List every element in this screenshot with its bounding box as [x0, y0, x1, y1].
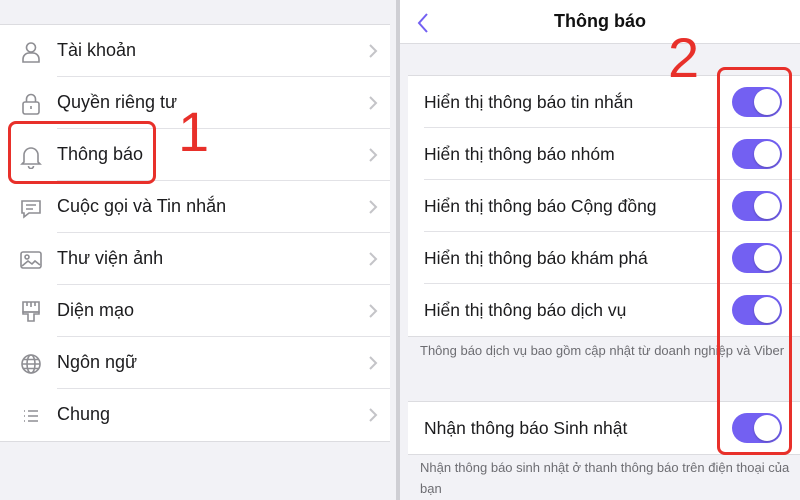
toggle-label: Hiển thị thông báo nhóm	[424, 144, 615, 164]
toggle-label: Hiển thị thông báo dịch vụ	[424, 300, 627, 320]
toggle-label: Hiển thị thông báo tin nhắn	[424, 92, 634, 112]
menu-item-label: Tài khoản	[57, 40, 137, 60]
menu-item-appearance[interactable]: Diện mạo	[0, 285, 390, 337]
menu-item-label: Quyền riêng tư	[57, 92, 178, 112]
menu-item-general[interactable]: Chung	[0, 389, 390, 441]
settings-menu-list: Tài khoản Quyền riêng tư Thông báo Cuộc …	[0, 24, 390, 442]
toggle-label: Nhận thông báo Sinh nhật	[424, 418, 628, 438]
nav-bar: Thông báo	[400, 0, 800, 44]
chevron-right-icon	[369, 408, 378, 422]
chevron-right-icon	[369, 252, 378, 266]
globe-icon	[18, 351, 44, 377]
page-title: Thông báo	[554, 11, 646, 31]
menu-item-language[interactable]: Ngôn ngữ	[0, 337, 390, 389]
menu-item-label: Cuộc gọi và Tin nhắn	[57, 196, 227, 216]
chevron-right-icon	[369, 148, 378, 162]
toggle-label: Hiển thị thông báo khám phá	[424, 248, 648, 268]
menu-item-photo-library[interactable]: Thư viện ảnh	[0, 233, 390, 285]
chat-bubble-icon	[18, 195, 44, 221]
highlight-box-step-1	[8, 121, 156, 184]
person-icon	[18, 39, 44, 65]
menu-item-label: Chung	[57, 404, 111, 424]
highlight-box-step-2	[717, 67, 792, 455]
menu-item-label: Thư viện ảnh	[57, 248, 164, 268]
paintbrush-icon	[18, 299, 44, 325]
chevron-right-icon	[369, 44, 378, 58]
lock-icon	[18, 91, 44, 117]
list-icon	[18, 403, 44, 429]
chevron-right-icon	[369, 200, 378, 214]
birthday-note: Nhận thông báo sinh nhật ở thanh thông b…	[420, 460, 790, 496]
toggle-label: Hiển thị thông báo Cộng đồng	[424, 196, 657, 216]
settings-menu-panel: Tài khoản Quyền riêng tư Thông báo Cuộc …	[0, 0, 396, 500]
menu-item-calls-messages[interactable]: Cuộc gọi và Tin nhắn	[0, 181, 390, 233]
menu-item-account[interactable]: Tài khoản	[0, 25, 390, 77]
chevron-right-icon	[369, 96, 378, 110]
menu-item-label: Diện mạo	[57, 300, 135, 320]
menu-item-label: Ngôn ngữ	[57, 352, 138, 372]
image-icon	[18, 247, 44, 273]
chevron-right-icon	[369, 356, 378, 370]
step-number-1: 1	[178, 100, 210, 163]
notifications-settings-panel: Thông báo Hiển thị thông báo tin nhắn Hi…	[400, 0, 800, 500]
step-number-2: 2	[668, 26, 700, 89]
chevron-right-icon	[369, 304, 378, 318]
